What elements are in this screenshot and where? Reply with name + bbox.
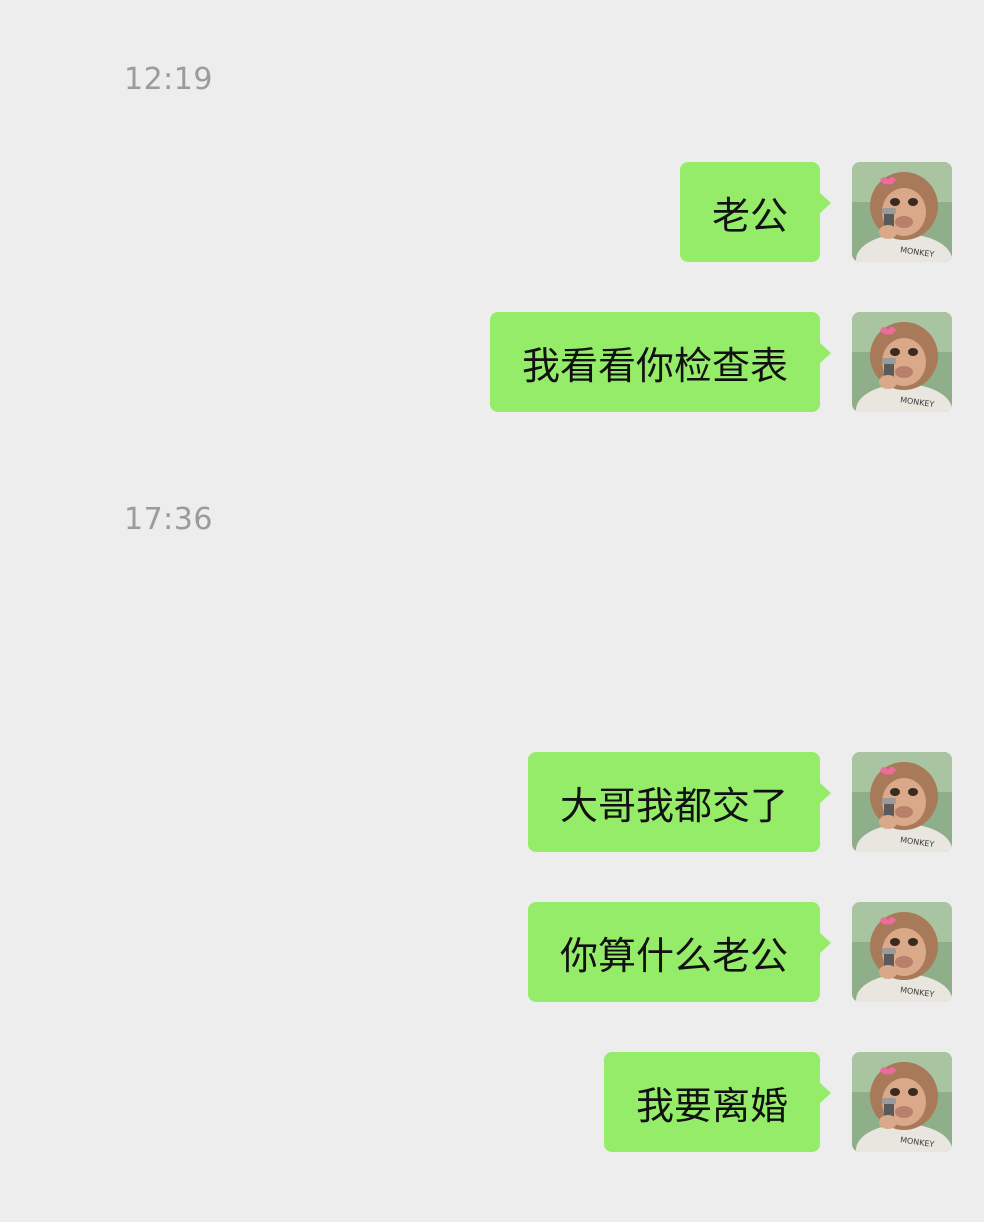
message-bubble[interactable]: 老公 [679, 162, 832, 262]
message-row: 我要离婚 [603, 1052, 952, 1152]
message-row: 老公 [679, 162, 952, 262]
monkey-with-gun-avatar-icon[interactable] [852, 162, 952, 262]
monkey-with-gun-avatar-icon[interactable] [852, 312, 952, 412]
message-bubble[interactable]: 你算什么老公 [527, 902, 832, 1002]
message-row: 你算什么老公 [527, 902, 952, 1002]
message-bubble[interactable]: 大哥我都交了 [527, 752, 832, 852]
monkey-with-gun-avatar-icon[interactable] [852, 902, 952, 1002]
message-bubble[interactable]: 我看看你检查表 [489, 312, 832, 412]
message-row: 我看看你检查表 [489, 312, 952, 412]
message-bubble[interactable]: 我要离婚 [603, 1052, 832, 1152]
monkey-with-gun-avatar-icon[interactable] [852, 752, 952, 852]
monkey-with-gun-avatar-icon[interactable] [852, 1052, 952, 1152]
message-row: 大哥我都交了 [527, 752, 952, 852]
chat-window: 12:19 老公 我看看你检查表 17:36 大哥我都交了 你算什么老公 我要离… [0, 0, 984, 1222]
timestamp: 17:36 [124, 502, 213, 537]
timestamp: 12:19 [124, 62, 213, 97]
